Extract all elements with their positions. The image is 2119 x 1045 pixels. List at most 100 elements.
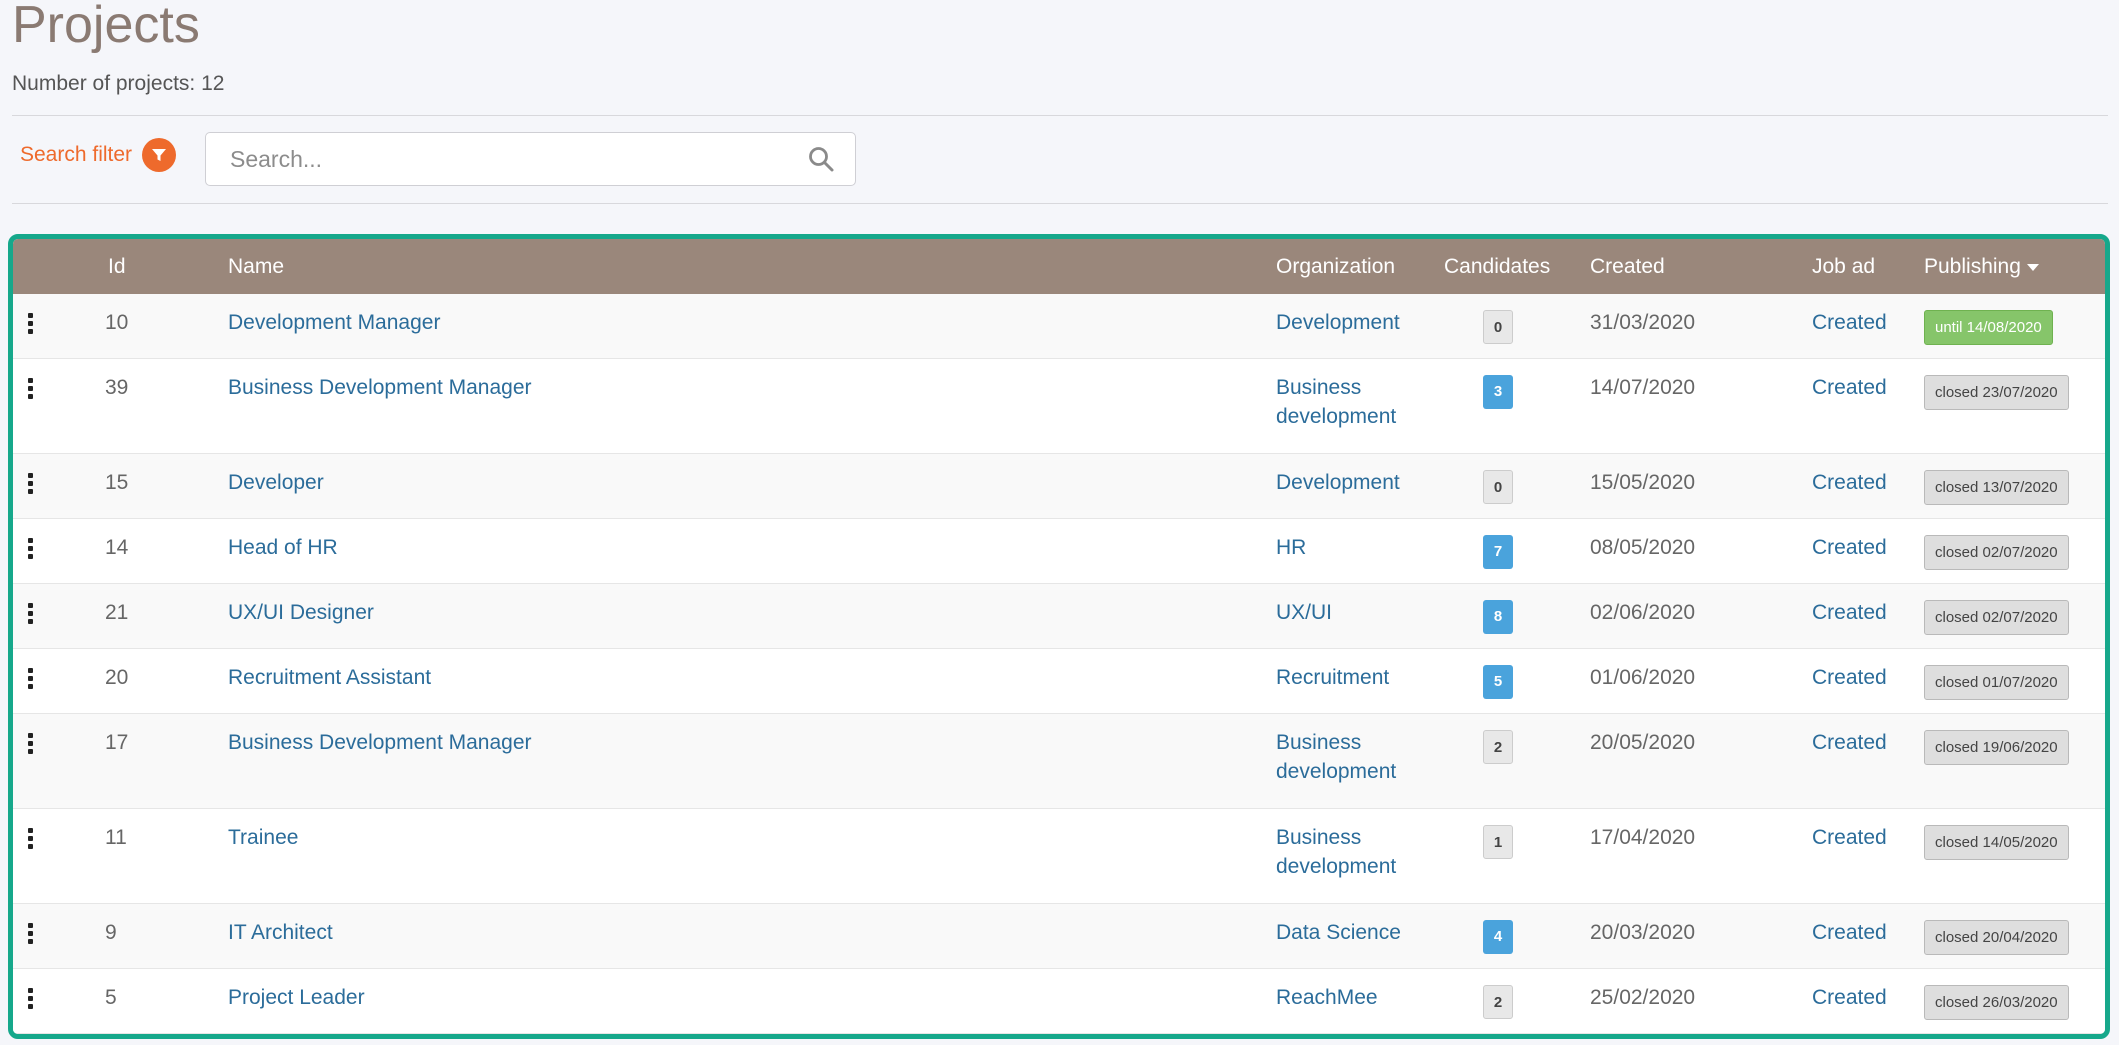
job-ad-link[interactable]: Created [1812, 468, 1887, 497]
search-filter-toggle[interactable]: Search filter [20, 138, 177, 172]
job-ad-link[interactable]: Created [1812, 663, 1887, 692]
job-ad-link[interactable]: Created [1812, 983, 1887, 1012]
column-header-id[interactable]: Id [108, 239, 126, 294]
table-row: 20 Recruitment Assistant Recruitment 5 01/06… [13, 649, 2105, 714]
organization-line-1: Recruitment [1276, 666, 1390, 689]
magnifier-icon[interactable] [805, 143, 837, 175]
table-row: 21 UX/UI Designer UX/UI 8 02/06/2020 Created c… [13, 584, 2105, 649]
vertical-dots-icon[interactable] [28, 988, 38, 1010]
organization-line-1: Business [1276, 376, 1362, 399]
job-ad-link[interactable]: Created [1812, 533, 1887, 562]
candidates-badge[interactable]: 5 [1483, 665, 1513, 699]
organization-link[interactable]: UX/UI [1276, 598, 1426, 627]
organization-link[interactable]: Business development [1276, 373, 1426, 431]
organization-link[interactable]: Business development [1276, 823, 1426, 881]
candidates-badge[interactable]: 7 [1483, 535, 1513, 569]
project-name-link[interactable]: Business Development Manager [228, 728, 532, 757]
project-name-link[interactable]: Recruitment Assistant [228, 663, 431, 692]
created-date: 20/05/2020 [1590, 731, 1696, 754]
column-header-candidates[interactable]: Candidates [1444, 239, 1550, 294]
project-name-link[interactable]: Head of HR [228, 533, 338, 562]
organization-link[interactable]: Recruitment [1276, 663, 1426, 692]
organization-link[interactable]: Development [1276, 468, 1426, 497]
project-count: Number of projects: 12 [12, 72, 225, 95]
column-header-name[interactable]: Name [228, 239, 284, 294]
funnel-icon[interactable] [142, 138, 177, 172]
organization-line-1: Business [1276, 731, 1362, 754]
project-name-link[interactable]: Project Leader [228, 983, 365, 1012]
organization-link[interactable]: ReachMee [1276, 983, 1426, 1012]
row-id: 9 [105, 921, 117, 944]
table-row: 10 Development Manager Development 0 31/03/2… [13, 294, 2105, 359]
organization-line-1: Business [1276, 826, 1362, 849]
column-header-organization[interactable]: Organization [1276, 239, 1395, 294]
vertical-dots-icon[interactable] [28, 378, 38, 400]
row-id: 15 [105, 471, 129, 494]
table-row: 17 Business Development Manager Business de… [13, 714, 2105, 809]
vertical-dots-icon[interactable] [28, 473, 38, 495]
column-header-job-ad[interactable]: Job ad [1812, 239, 1875, 294]
job-ad-link[interactable]: Created [1812, 823, 1887, 852]
created-date: 25/02/2020 [1590, 986, 1696, 1009]
row-id: 14 [105, 536, 129, 559]
row-id: 17 [105, 731, 129, 754]
page-title: Projects [12, 0, 200, 54]
vertical-dots-icon[interactable] [28, 538, 38, 560]
job-ad-link[interactable]: Created [1812, 308, 1887, 337]
row-id: 10 [105, 311, 129, 334]
row-id: 21 [105, 601, 129, 624]
row-id: 11 [105, 826, 127, 849]
job-ad-link[interactable]: Created [1812, 598, 1887, 627]
publishing-status-badge: closed 13/07/2020 [1924, 470, 2069, 505]
candidates-badge[interactable]: 2 [1483, 985, 1513, 1019]
candidates-badge[interactable]: 3 [1483, 375, 1513, 409]
project-name-link[interactable]: Trainee [228, 823, 298, 852]
job-ad-link[interactable]: Created [1812, 918, 1887, 947]
divider-bottom [12, 203, 2108, 204]
project-name-link[interactable]: Developer [228, 468, 324, 497]
created-date: 17/04/2020 [1590, 826, 1696, 849]
organization-line-2: development [1276, 760, 1397, 783]
organization-line-2: development [1276, 405, 1397, 428]
organization-link[interactable]: HR [1276, 533, 1426, 562]
organization-link[interactable]: Business development [1276, 728, 1426, 786]
candidates-badge[interactable]: 1 [1483, 825, 1513, 859]
vertical-dots-icon[interactable] [28, 923, 38, 945]
vertical-dots-icon[interactable] [28, 733, 38, 755]
organization-line-2: development [1276, 855, 1397, 878]
organization-link[interactable]: Development [1276, 308, 1426, 337]
table-row: 14 Head of HR HR 7 08/05/2020 Created closed 0… [13, 519, 2105, 584]
publishing-status-badge: closed 23/07/2020 [1924, 375, 2069, 410]
column-header-publishing[interactable]: Publishing [1924, 239, 2039, 294]
table-row: 5 Project Leader ReachMee 2 25/02/2020 Create… [13, 969, 2105, 1034]
vertical-dots-icon[interactable] [28, 603, 38, 625]
organization-line-1: Data Science [1276, 921, 1401, 944]
column-header-created[interactable]: Created [1590, 239, 1665, 294]
vertical-dots-icon[interactable] [28, 313, 38, 335]
created-date: 02/06/2020 [1590, 601, 1696, 624]
search-input[interactable] [206, 132, 805, 186]
project-name-link[interactable]: Development Manager [228, 308, 440, 337]
candidates-badge[interactable]: 4 [1483, 920, 1513, 954]
filter-row: Search filter [20, 130, 177, 186]
caret-down-icon [2026, 263, 2039, 271]
organization-line-1: UX/UI [1276, 601, 1333, 624]
organization-link[interactable]: Data Science [1276, 918, 1426, 947]
row-id: 20 [105, 666, 129, 689]
table-row: 11 Trainee Business development 1 17/04/2020 C… [13, 809, 2105, 904]
candidates-badge[interactable]: 0 [1483, 310, 1513, 344]
project-name-link[interactable]: Business Development Manager [228, 373, 532, 402]
candidates-badge[interactable]: 8 [1483, 600, 1513, 634]
table-row: 15 Developer Development 0 15/05/2020 Created… [13, 454, 2105, 519]
job-ad-link[interactable]: Created [1812, 728, 1887, 757]
project-name-link[interactable]: IT Architect [228, 918, 333, 947]
table-row: 9 IT Architect Data Science 4 20/03/2020 Crea… [13, 904, 2105, 969]
candidates-badge[interactable]: 0 [1483, 470, 1513, 504]
vertical-dots-icon[interactable] [28, 828, 38, 850]
project-name-link[interactable]: UX/UI Designer [228, 598, 374, 627]
vertical-dots-icon[interactable] [28, 668, 38, 690]
candidates-badge[interactable]: 2 [1483, 730, 1513, 764]
projects-table: Id Name Organization Candidates Created … [8, 234, 2110, 1039]
job-ad-link[interactable]: Created [1812, 373, 1887, 402]
table-row: 39 Business Development Manager Business de… [13, 359, 2105, 454]
